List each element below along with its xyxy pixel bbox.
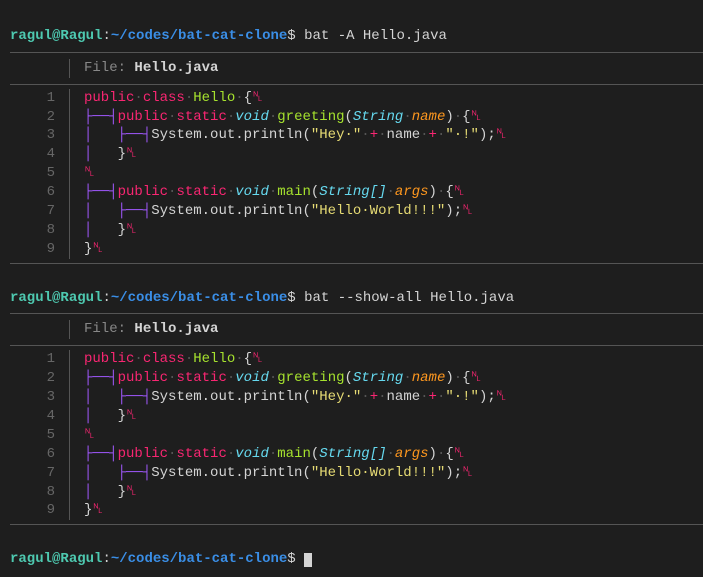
file-header: File: Hello.java [0, 57, 703, 80]
file-name: Hello.java [134, 60, 218, 76]
code-row: 5 ␤ [0, 426, 703, 445]
line-number: 3 [10, 126, 70, 145]
line-number: 4 [10, 145, 70, 164]
code-row: 8 │ }␤ [0, 221, 703, 240]
code-row: 1 public·class·Hello·{␤ [0, 350, 703, 369]
line-number: 8 [10, 221, 70, 240]
bat-output-1: File: Hello.java 1 public·class·Hello·{␤… [0, 52, 703, 264]
code-row: 3 │ ├──┤System.out.println("Hey·"·+·name… [0, 126, 703, 145]
divider [10, 52, 703, 53]
code-row: 3 │ ├──┤System.out.println("Hey·"·+·name… [0, 388, 703, 407]
prompt-user: ragul [10, 28, 52, 44]
cursor-icon [304, 553, 312, 567]
command-text: bat -A Hello.java [304, 28, 447, 44]
code-row: 7 │ ├──┤System.out.println("Hello·World!… [0, 202, 703, 221]
code-row: 1 public·class·Hello·{␤ [0, 89, 703, 108]
prompt-host: Ragul [60, 28, 102, 44]
divider [10, 263, 703, 264]
shell-prompt-2: ragul@Ragul:~/codes/bat-cat-clone$ bat -… [0, 268, 703, 310]
line-number: 9 [10, 240, 70, 259]
line-number: 2 [10, 108, 70, 127]
code-row: 4 │ }␤ [0, 145, 703, 164]
code-row: 6 ├──┤public·static·void·main(String[]·a… [0, 445, 703, 464]
shell-prompt-1: ragul@Ragul:~/codes/bat-cat-clone$ bat -… [0, 6, 703, 48]
divider [10, 84, 703, 85]
code-row: 4 │ }␤ [0, 407, 703, 426]
code-row: 2 ├──┤public·static·void·greeting(String… [0, 108, 703, 127]
code-row: 5 ␤ [0, 164, 703, 183]
shell-prompt-3[interactable]: ragul@Ragul:~/codes/bat-cat-clone$ [0, 529, 703, 571]
code-row: 9 }␤ [0, 501, 703, 520]
code-row: 7 │ ├──┤System.out.println("Hello·World!… [0, 464, 703, 483]
code-row: 8 │ }␤ [0, 483, 703, 502]
bat-output-2: File: Hello.java 1 public·class·Hello·{␤… [0, 313, 703, 525]
divider [10, 313, 703, 314]
line-number: 1 [10, 89, 70, 108]
code-row: 2 ├──┤public·static·void·greeting(String… [0, 369, 703, 388]
line-number: 5 [10, 164, 70, 183]
prompt-path: ~/codes/bat-cat-clone [111, 28, 287, 44]
divider [10, 524, 703, 525]
code-row: 9 }␤ [0, 240, 703, 259]
command-text: bat --show-all Hello.java [304, 290, 514, 306]
file-label: File: [70, 60, 126, 76]
line-number: 6 [10, 183, 70, 202]
line-number: 7 [10, 202, 70, 221]
divider [10, 345, 703, 346]
file-header: File: Hello.java [0, 318, 703, 341]
code-row: 6 ├──┤public·static·void·main(String[]·a… [0, 183, 703, 202]
